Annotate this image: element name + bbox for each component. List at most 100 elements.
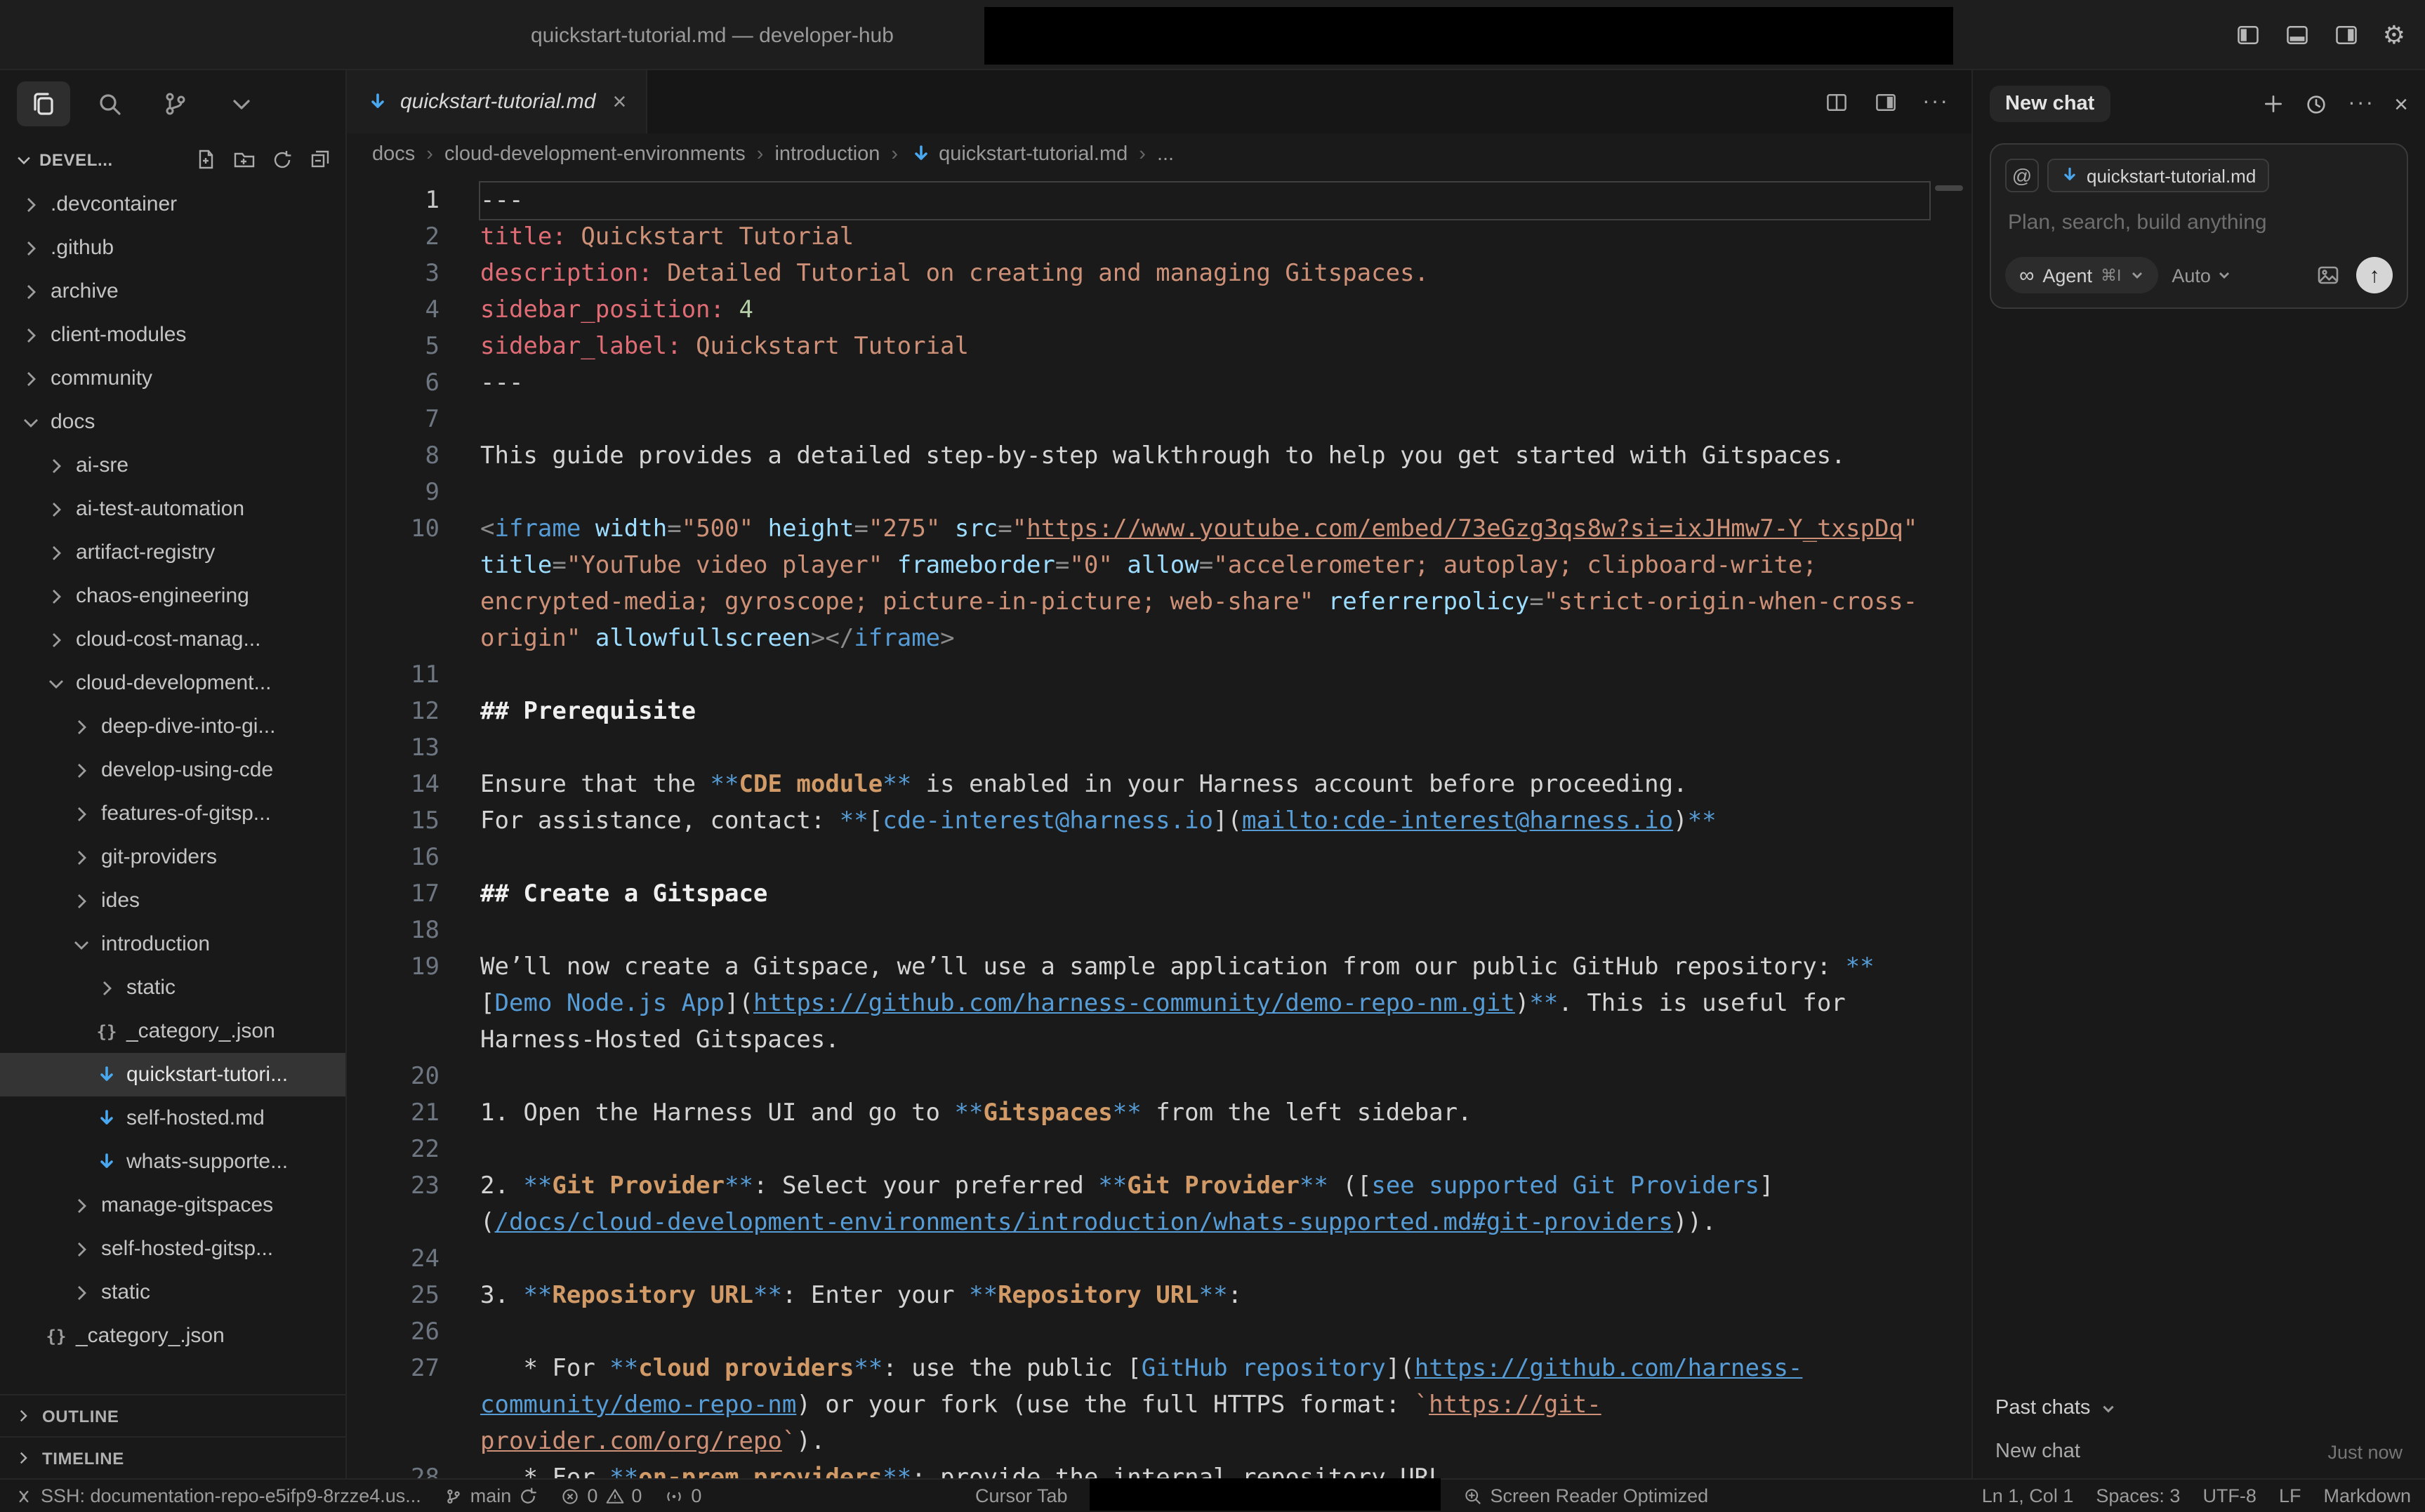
tree-item-git-providers[interactable]: git-providers (0, 835, 345, 879)
chat-title[interactable]: New chat (1990, 86, 2110, 122)
tree-item-cloud-cost-manag[interactable]: cloud-cost-manag... (0, 618, 345, 661)
code-line-12[interactable]: 12## Prerequisite (347, 694, 1971, 730)
tree-item-cloud-development[interactable]: cloud-development... (0, 661, 345, 705)
code-line-15[interactable]: 15For assistance, contact: **[cde-intere… (347, 803, 1971, 840)
toggle-panel-bottom-icon[interactable] (2285, 22, 2310, 48)
source-control-icon[interactable] (149, 81, 202, 126)
code-line-20[interactable]: 20 (347, 1059, 1971, 1095)
agent-mode-selector[interactable]: ∞ Agent ⌘I (2005, 257, 2158, 293)
code-line-11[interactable]: 11 (347, 657, 1971, 694)
code-line-22[interactable]: 22 (347, 1132, 1971, 1168)
toggle-sidebar-right-icon[interactable] (2334, 22, 2359, 48)
code-line-16[interactable]: 16 (347, 840, 1971, 876)
collapse-all-icon[interactable] (309, 149, 331, 171)
tree-item-community[interactable]: community (0, 357, 345, 400)
cursor-tab-indicator[interactable]: Cursor Tab (975, 1485, 1068, 1506)
screen-reader-indicator[interactable]: Screen Reader Optimized (1464, 1485, 1709, 1506)
code-line-18[interactable]: 18 (347, 913, 1971, 949)
tree-item-ai-sre[interactable]: ai-sre (0, 444, 345, 487)
code-line-1[interactable]: 1--- (347, 183, 1971, 219)
tree-item-category-json[interactable]: {}_category_.json (0, 1009, 345, 1053)
model-selector[interactable]: Auto (2172, 265, 2232, 286)
code-line-6[interactable]: 6--- (347, 365, 1971, 402)
remote-indicator[interactable]: SSH: documentation-repo-e5ifp9-8rzze4.us… (14, 1485, 421, 1506)
editor-layout-icon[interactable] (1873, 89, 1898, 114)
breadcrumb-item[interactable]: introduction (774, 143, 880, 166)
code-line-26[interactable]: 26 (347, 1314, 1971, 1351)
tree-item-ides[interactable]: ides (0, 879, 345, 922)
tree-item-self-hosted-md[interactable]: self-hosted.md (0, 1096, 345, 1140)
tree-item-chaos-engineering[interactable]: chaos-engineering (0, 574, 345, 618)
more-views-chevron-icon[interactable] (215, 81, 268, 126)
code-line-2[interactable]: 2title: Quickstart Tutorial (347, 219, 1971, 256)
tree-item-category-json[interactable]: {}_category_.json (0, 1314, 345, 1358)
code-line-4[interactable]: 4sidebar_position: 4 (347, 292, 1971, 329)
attach-image-icon[interactable] (2315, 263, 2341, 288)
code-line-28[interactable]: 28 * For **on-prem providers**: provide … (347, 1460, 1971, 1478)
tree-item-self-hosted-gitsp[interactable]: self-hosted-gitsp... (0, 1227, 345, 1271)
context-file-chip[interactable]: quickstart-tutorial.md (2047, 159, 2268, 192)
tree-item-static[interactable]: static (0, 1271, 345, 1314)
close-tab-icon[interactable]: × (612, 88, 626, 116)
chat-input-placeholder[interactable]: Plan, search, build anything (2008, 211, 2390, 234)
breadcrumb-item[interactable]: docs (372, 143, 415, 166)
code-line-24[interactable]: 24 (347, 1241, 1971, 1278)
new-file-icon[interactable] (195, 149, 218, 171)
tree-item-client-modules[interactable]: client-modules (0, 313, 345, 357)
cursor-position-indicator[interactable]: Ln 1, Col 1 (1982, 1485, 2074, 1506)
language-indicator[interactable]: Markdown (2323, 1485, 2411, 1506)
send-button[interactable]: ↑ (2356, 257, 2393, 293)
code-line-5[interactable]: 5sidebar_label: Quickstart Tutorial (347, 329, 1971, 365)
encoding-indicator[interactable]: UTF-8 (2202, 1485, 2256, 1506)
problems-indicator[interactable]: 0 0 (560, 1485, 642, 1506)
code-line-21[interactable]: 211. Open the Harness UI and go to **Git… (347, 1095, 1971, 1132)
editor-content[interactable]: 1---2title: Quickstart Tutorial3descript… (347, 175, 1971, 1478)
tree-item-artifact-registry[interactable]: artifact-registry (0, 531, 345, 574)
chat-history-icon[interactable] (2304, 92, 2328, 116)
more-actions-icon[interactable]: ··· (1922, 89, 1949, 114)
indentation-indicator[interactable]: Spaces: 3 (2096, 1485, 2180, 1506)
tree-item-static[interactable]: static (0, 966, 345, 1009)
code-line-19[interactable]: 19We’ll now create a Gitspace, we’ll use… (347, 949, 1971, 1059)
search-icon[interactable] (83, 81, 136, 126)
tree-item-quickstart-tutori[interactable]: quickstart-tutori... (0, 1053, 345, 1096)
tree-item-devcontainer[interactable]: .devcontainer (0, 183, 345, 226)
close-chat-icon[interactable]: × (2394, 92, 2408, 116)
ports-indicator[interactable]: 0 (664, 1485, 701, 1506)
code-line-17[interactable]: 17## Create a Gitspace (347, 876, 1971, 913)
refresh-icon[interactable] (271, 149, 293, 171)
outline-section-header[interactable]: OUTLINE (0, 1394, 345, 1436)
timeline-section-header[interactable]: TIMELINE (0, 1436, 345, 1478)
tree-item-introduction[interactable]: introduction (0, 922, 345, 966)
chat-input-box[interactable]: @ quickstart-tutorial.md Plan, search, b… (1990, 143, 2408, 309)
explorer-icon[interactable] (17, 81, 70, 126)
tree-item-whats-supporte[interactable]: whats-supporte... (0, 1140, 345, 1183)
add-context-button[interactable]: @ (2005, 159, 2039, 192)
tree-item-github[interactable]: .github (0, 226, 345, 270)
code-line-23[interactable]: 232. **Git Provider**: Select your prefe… (347, 1168, 1971, 1241)
code-line-13[interactable]: 13 (347, 730, 1971, 767)
tree-item-features-of-gitsp[interactable]: features-of-gitsp... (0, 792, 345, 835)
code-line-7[interactable]: 7 (347, 402, 1971, 438)
past-chats-toggle[interactable]: Past chats (1973, 1386, 2425, 1431)
tree-item-deep-dive-into-gi[interactable]: deep-dive-into-gi... (0, 705, 345, 748)
new-folder-icon[interactable] (233, 149, 256, 171)
code-line-27[interactable]: 27 * For **cloud providers**: use the pu… (347, 1351, 1971, 1460)
tree-item-ai-test-automation[interactable]: ai-test-automation (0, 487, 345, 531)
code-line-8[interactable]: 8This guide provides a detailed step-by-… (347, 438, 1971, 475)
tab-quickstart-tutorial[interactable]: quickstart-tutorial.md × (347, 70, 647, 133)
settings-gear-icon[interactable]: ⚙ (2383, 22, 2405, 48)
code-line-14[interactable]: 14Ensure that the **CDE module** is enab… (347, 767, 1971, 803)
tree-item-develop-using-cde[interactable]: develop-using-cde (0, 748, 345, 792)
code-line-10[interactable]: 10<iframe width="500" height="275" src="… (347, 511, 1971, 657)
past-chat-item[interactable]: New chat Just now (1973, 1431, 2425, 1473)
toggle-sidebar-left-icon[interactable] (2235, 22, 2261, 48)
tree-item-manage-gitspaces[interactable]: manage-gitspaces (0, 1183, 345, 1227)
git-branch-indicator[interactable]: main (444, 1485, 538, 1506)
breadcrumb-item[interactable]: cloud-development-environments (444, 143, 746, 166)
code-line-25[interactable]: 253. **Repository URL**: Enter your **Re… (347, 1278, 1971, 1314)
breadcrumb-item[interactable]: quickstart-tutorial.md (909, 143, 1128, 166)
tree-item-docs[interactable]: docs (0, 400, 345, 444)
breadcrumb-item[interactable]: ... (1157, 143, 1174, 166)
tree-item-archive[interactable]: archive (0, 270, 345, 313)
